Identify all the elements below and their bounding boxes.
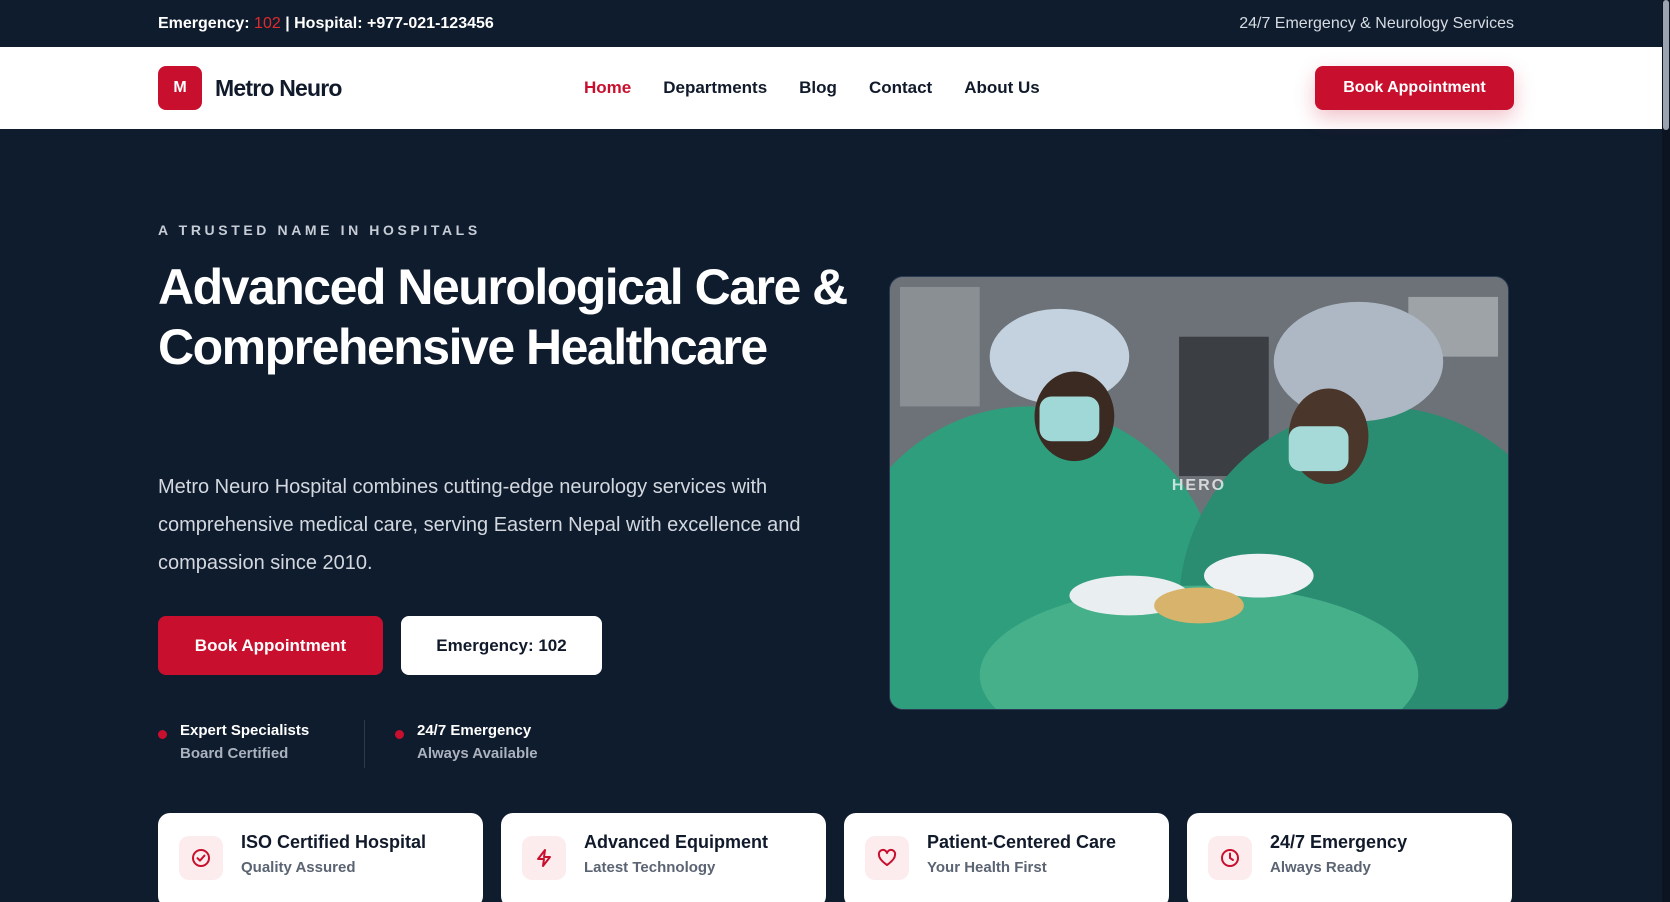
lightning-icon <box>522 836 566 880</box>
card-title: 24/7 Emergency <box>1270 832 1408 852</box>
card-iso-certified: ISO Certified Hospital Quality Assured <box>158 813 483 902</box>
card-subtitle: Latest Technology <box>584 859 716 876</box>
page-scrollbar[interactable] <box>1662 0 1670 902</box>
card-title: ISO Certified Hospital <box>241 832 427 852</box>
logo-text: Metro Neuro <box>215 74 342 101</box>
main-navbar: M Metro Neuro Home Departments Blog Cont… <box>0 47 1670 129</box>
card-title: Advanced Equipment <box>584 832 769 852</box>
nav-item-blog[interactable]: Blog <box>799 78 837 98</box>
feature-subtitle: Always Available <box>417 745 538 762</box>
card-subtitle: Quality Assured <box>241 859 356 876</box>
clock-icon <box>1208 836 1252 880</box>
hero-description: Metro Neuro Hospital combines cutting-ed… <box>158 476 801 574</box>
check-circle-icon <box>179 836 223 880</box>
hero-image: HERO <box>889 276 1509 710</box>
nav-item-about-us[interactable]: About Us <box>964 78 1040 98</box>
hero-title: Advanced Neurological Care & Comprehensi… <box>158 259 848 375</box>
emergency-contact: Emergency: 102 | Hospital: +977-021-1234… <box>158 15 494 33</box>
services-tagline: 24/7 Emergency & Neurology Services <box>1239 14 1514 32</box>
hero-section: A TRUSTED NAME IN HOSPITALS Advanced Neu… <box>158 129 1509 902</box>
feature-expert-specialists: Expert Specialists Board Certified <box>158 722 309 762</box>
card-subtitle: Always Ready <box>1270 859 1371 876</box>
nav-item-contact[interactable]: Contact <box>869 78 932 98</box>
feature-title: Expert Specialists <box>180 722 310 739</box>
card-advanced-equipment: Advanced Equipment Latest Technology <box>501 813 826 902</box>
highlight-cards: ISO Certified Hospital Quality Assured A… <box>158 813 1512 902</box>
red-dot-icon <box>395 730 404 739</box>
card-emergency: 24/7 Emergency Always Ready <box>1187 813 1512 902</box>
top-info-bar: Emergency: 102 | Hospital: +977-021-1234… <box>0 0 1670 47</box>
logo-mark: M <box>158 66 202 110</box>
emergency-number[interactable]: 102 <box>254 15 281 32</box>
logo[interactable]: M Metro Neuro <box>158 66 342 110</box>
nav-menu: Home Departments Blog Contact About Us <box>584 47 1040 129</box>
feature-divider <box>364 720 365 768</box>
feature-subtitle: Board Certified <box>180 745 289 762</box>
feature-emergency: 24/7 Emergency Always Available <box>395 722 538 762</box>
red-dot-icon <box>158 730 167 739</box>
hero-image-label: HERO <box>1171 477 1227 494</box>
nav-item-departments[interactable]: Departments <box>663 78 767 98</box>
heart-icon <box>865 836 909 880</box>
hospital-phone[interactable]: | Hospital: +977-021-123456 <box>285 15 494 32</box>
hero-eyebrow: A TRUSTED NAME IN HOSPITALS <box>158 222 481 238</box>
emergency-call-button[interactable]: Emergency: 102 <box>401 616 602 675</box>
nav-item-home[interactable]: Home <box>584 78 631 98</box>
card-patient-centered: Patient-Centered Care Your Health First <box>844 813 1169 902</box>
book-appointment-nav-button[interactable]: Book Appointment <box>1315 66 1514 110</box>
card-subtitle: Your Health First <box>927 859 1047 876</box>
scrollbar-thumb[interactable] <box>1663 0 1669 130</box>
card-title: Patient-Centered Care <box>927 832 1117 852</box>
feature-title: 24/7 Emergency <box>417 722 532 739</box>
emergency-label: Emergency: <box>158 14 250 32</box>
book-appointment-button[interactable]: Book Appointment <box>158 616 383 675</box>
